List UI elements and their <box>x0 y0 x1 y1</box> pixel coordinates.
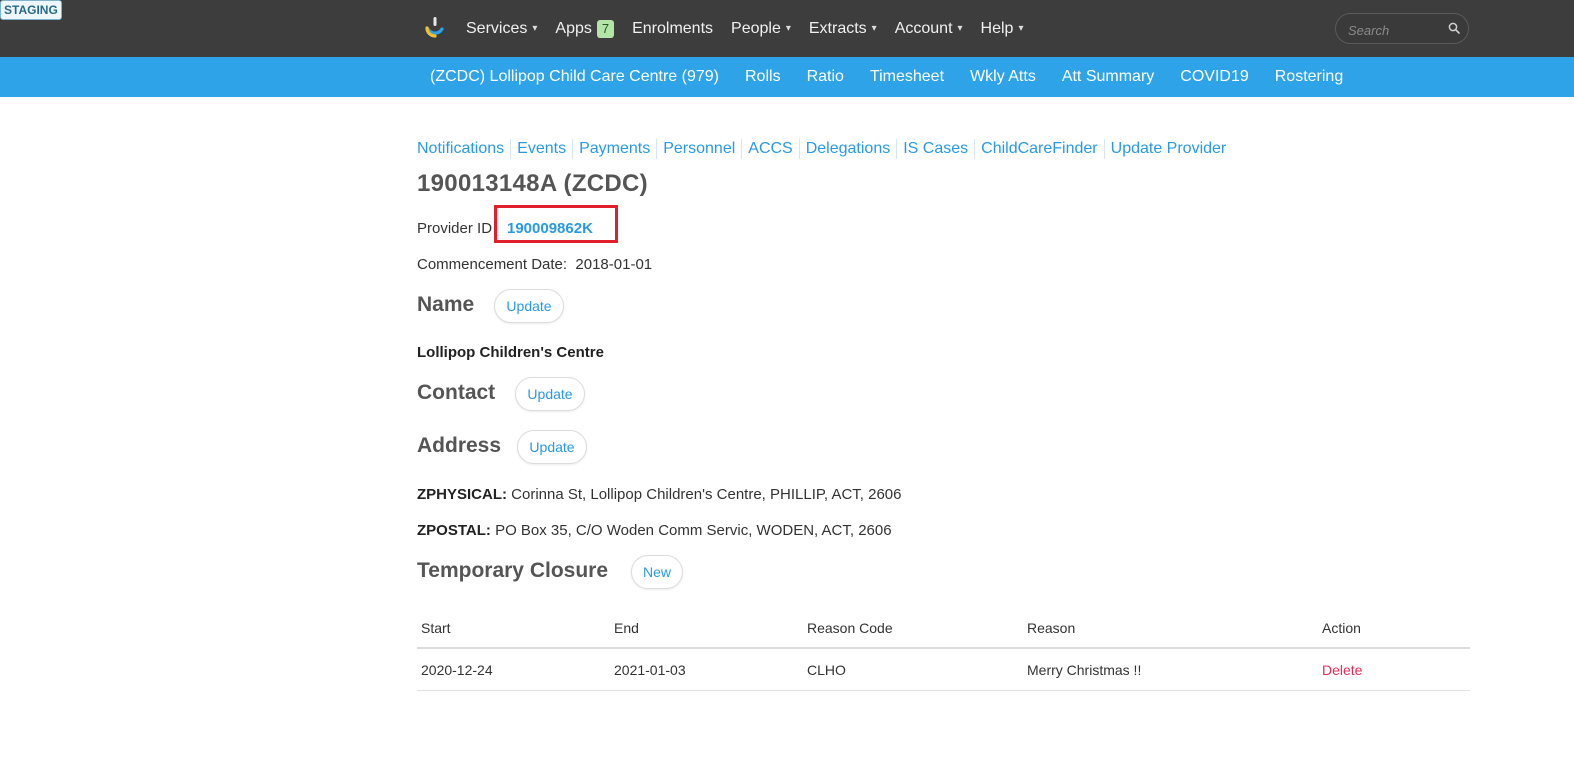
link-divider <box>974 139 976 159</box>
postal-address-label: ZPOSTAL: <box>417 522 491 539</box>
physical-address-row: ZPHYSICAL: Corinna St, Lollipop Children… <box>417 486 901 503</box>
apps-count-badge: 7 <box>596 19 615 38</box>
contact-heading: Contact <box>417 381 496 404</box>
commencement-label: Commencement Date: <box>417 256 568 273</box>
service-menu: (ZCDC) Lollipop Child Care Centre (979) … <box>430 57 1343 97</box>
subnav-covid19[interactable]: COVID19 <box>1180 68 1248 86</box>
physical-address-label: ZPHYSICAL: <box>417 486 507 503</box>
link-divider <box>1103 139 1105 159</box>
commencement-date: 2018-01-01 <box>575 256 653 273</box>
menu-apps-label: Apps <box>555 19 592 37</box>
menu-apps[interactable]: Apps 7 <box>555 19 615 38</box>
link-divider <box>896 139 898 159</box>
search-icon[interactable] <box>1448 22 1460 34</box>
cell-end: 2021-01-03 <box>610 648 803 691</box>
chevron-down-icon: ▾ <box>957 23 963 34</box>
menu-extracts-label: Extracts <box>808 19 867 37</box>
top-navbar: Services ▾ Apps 7 Enrolments People ▾ Ex… <box>0 0 1574 57</box>
provider-id-label: Provider ID <box>417 220 493 237</box>
service-navbar: (ZCDC) Lollipop Child Care Centre (979) … <box>0 57 1574 97</box>
link-divider <box>572 139 574 159</box>
app-logo-icon[interactable] <box>424 16 446 38</box>
menu-extracts[interactable]: Extracts ▾ <box>809 20 877 38</box>
menu-enrolments-label: Enrolments <box>632 19 714 37</box>
link-divider <box>741 139 743 159</box>
link-events[interactable]: Events <box>517 140 566 158</box>
cell-reason-code: CLHO <box>803 648 1023 691</box>
link-delegations[interactable]: Delegations <box>806 140 891 158</box>
search-box <box>1335 13 1469 44</box>
link-divider <box>510 139 512 159</box>
menu-services[interactable]: Services ▾ <box>466 20 537 38</box>
cell-start: 2020-12-24 <box>417 648 610 691</box>
cell-reason: Merry Christmas !! <box>1023 648 1318 691</box>
menu-help[interactable]: Help ▾ <box>981 20 1024 38</box>
postal-address-row: ZPOSTAL: PO Box 35, C/O Woden Comm Servi… <box>417 522 892 539</box>
service-name-value: Lollipop Children's Centre <box>417 344 604 361</box>
subnav-timesheet[interactable]: Timesheet <box>870 68 944 86</box>
main-content: Notifications Events Payments Personnel … <box>417 137 1470 691</box>
link-payments[interactable]: Payments <box>579 140 650 158</box>
subnav-att-summary[interactable]: Att Summary <box>1062 68 1154 86</box>
cell-action: Delete <box>1318 648 1470 691</box>
update-name-button[interactable]: Update <box>494 289 564 323</box>
column-action: Action <box>1318 610 1470 649</box>
subnav-wkly-atts[interactable]: Wkly Atts <box>970 68 1036 86</box>
provider-id-link[interactable]: 190009862K <box>507 220 593 237</box>
table-row: 2020-12-24 2021-01-03 CLHO Merry Christm… <box>417 648 1470 691</box>
column-start: Start <box>417 610 610 649</box>
postal-address-value: PO Box 35, C/O Woden Comm Servic, WODEN,… <box>495 522 892 539</box>
link-notifications[interactable]: Notifications <box>417 140 504 158</box>
update-address-button[interactable]: Update <box>517 430 587 464</box>
link-personnel[interactable]: Personnel <box>663 140 735 158</box>
menu-account-label: Account <box>894 19 953 37</box>
menu-help-label: Help <box>980 19 1014 37</box>
chevron-down-icon: ▾ <box>871 23 877 34</box>
name-heading: Name <box>417 293 475 316</box>
temporary-closure-heading: Temporary Closure <box>417 559 608 582</box>
chevron-down-icon: ▾ <box>1018 23 1024 34</box>
commencement-row: Commencement Date: 2018-01-01 <box>417 256 652 273</box>
link-divider <box>798 139 800 159</box>
main-menu: Services ▾ Apps 7 Enrolments People ▾ Ex… <box>466 0 1023 57</box>
link-is-cases[interactable]: IS Cases <box>903 140 968 158</box>
chevron-down-icon: ▾ <box>785 23 791 34</box>
subnav-ratio[interactable]: Ratio <box>807 68 844 86</box>
column-end: End <box>610 610 803 649</box>
menu-account[interactable]: Account ▾ <box>895 20 963 38</box>
menu-people-label: People <box>731 19 781 37</box>
column-reason: Reason <box>1023 610 1318 649</box>
table-header-row: Start End Reason Code Reason Action <box>417 610 1470 649</box>
search-input[interactable] <box>1346 20 1445 40</box>
chevron-down-icon: ▾ <box>532 23 538 34</box>
address-heading: Address <box>417 434 502 457</box>
closure-table: Start End Reason Code Reason Action 2020… <box>417 610 1470 691</box>
new-closure-button[interactable]: New <box>631 555 683 589</box>
link-update-provider[interactable]: Update Provider <box>1111 140 1227 158</box>
menu-services-label: Services <box>466 19 528 37</box>
menu-enrolments[interactable]: Enrolments <box>632 20 713 38</box>
subnav-rolls[interactable]: Rolls <box>745 68 781 86</box>
update-contact-button[interactable]: Update <box>515 377 585 411</box>
column-reason-code: Reason Code <box>803 610 1023 649</box>
service-links: Notifications Events Payments Personnel … <box>417 137 1470 161</box>
menu-people[interactable]: People ▾ <box>731 20 791 38</box>
service-selector[interactable]: (ZCDC) Lollipop Child Care Centre (979) <box>430 68 719 86</box>
link-divider <box>656 139 658 159</box>
environment-badge: STAGING <box>0 0 62 20</box>
subnav-rostering[interactable]: Rostering <box>1275 68 1343 86</box>
link-childcarefinder[interactable]: ChildCareFinder <box>981 140 1098 158</box>
link-accs[interactable]: ACCS <box>748 140 792 158</box>
physical-address-value: Corinna St, Lollipop Children's Centre, … <box>511 486 902 503</box>
delete-closure-link[interactable]: Delete <box>1322 662 1362 678</box>
page-title: 190013148A (ZCDC) <box>417 170 648 197</box>
